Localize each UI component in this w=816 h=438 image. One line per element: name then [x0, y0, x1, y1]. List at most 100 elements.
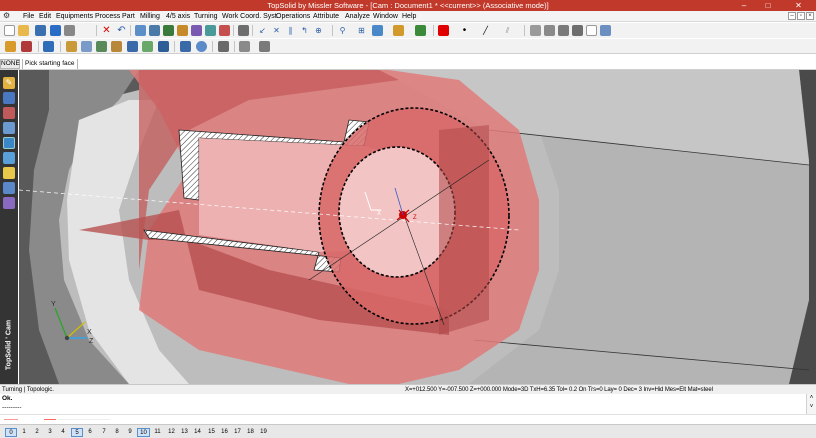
machining-icon[interactable]	[3, 182, 15, 194]
layer-11[interactable]: 11	[151, 428, 164, 437]
point-style-icon[interactable]: •	[459, 25, 470, 36]
open-folder-icon[interactable]	[18, 25, 29, 36]
layer-2[interactable]: 2	[31, 428, 43, 437]
layer-0[interactable]: 0	[5, 428, 17, 437]
doc-close-button[interactable]: ×	[806, 12, 814, 20]
menu-part[interactable]: Part	[122, 12, 135, 21]
menu-attribute[interactable]: Attribute	[313, 12, 339, 21]
shape-icon[interactable]	[3, 92, 15, 104]
simulation-icon[interactable]	[180, 41, 191, 52]
boring-icon[interactable]	[158, 41, 169, 52]
layer-15[interactable]: 15	[205, 428, 218, 437]
tool-8-icon[interactable]	[238, 25, 249, 36]
menu-work-coord-syst[interactable]: Work Coord. Syst.	[222, 12, 279, 21]
layer-8[interactable]: 8	[111, 428, 123, 437]
threading-icon[interactable]	[111, 41, 122, 52]
layer-9[interactable]: 9	[124, 428, 136, 437]
drilling-side-icon[interactable]	[3, 167, 15, 179]
tool-5-icon[interactable]	[191, 25, 202, 36]
tool-7-icon[interactable]	[219, 25, 230, 36]
sketch-4-icon[interactable]: ↰	[299, 25, 310, 36]
layer-7[interactable]: 7	[98, 428, 110, 437]
shading-icon[interactable]	[393, 25, 404, 36]
surface-icon[interactable]	[3, 107, 15, 119]
grooving-icon[interactable]	[96, 41, 107, 52]
layer-12[interactable]: 12	[165, 428, 178, 437]
info-icon[interactable]	[50, 25, 61, 36]
fixture-icon[interactable]	[21, 41, 32, 52]
layer-1[interactable]: 1	[18, 428, 30, 437]
tool-6-icon[interactable]	[205, 25, 216, 36]
curve-icon[interactable]: ✎	[3, 77, 15, 89]
drilling-icon[interactable]	[127, 41, 138, 52]
layer-10[interactable]: 10	[137, 428, 150, 437]
graphics-viewport[interactable]: X Z Y X Z	[19, 70, 816, 384]
print-icon[interactable]	[64, 25, 75, 36]
doc-minimize-button[interactable]: –	[788, 12, 796, 20]
menu-milling[interactable]: Milling	[140, 12, 160, 21]
postprocess-icon[interactable]	[218, 41, 229, 52]
finishing-icon[interactable]	[81, 41, 92, 52]
view-icon[interactable]	[372, 25, 383, 36]
roughing-icon[interactable]	[66, 41, 77, 52]
tool-2-icon[interactable]	[149, 25, 160, 36]
menu-help[interactable]: Help	[402, 12, 416, 21]
undo-icon[interactable]: ↶	[116, 25, 127, 36]
layer-5[interactable]: 5	[71, 428, 83, 437]
layer-6[interactable]: 6	[84, 428, 96, 437]
layer-14[interactable]: 14	[191, 428, 204, 437]
zoom-window-icon[interactable]: ⊞	[356, 25, 367, 36]
assembly-icon[interactable]	[3, 122, 15, 134]
menu-edit[interactable]: Edit	[39, 12, 51, 21]
attribute-3-icon[interactable]	[572, 25, 583, 36]
layer-4[interactable]: 4	[57, 428, 69, 437]
layer-16[interactable]: 16	[218, 428, 231, 437]
console-scrollbar[interactable]: ˄ ˅	[806, 394, 816, 414]
menu-turning[interactable]: Turning	[194, 12, 217, 21]
cancel-icon[interactable]: ✕	[101, 25, 112, 36]
layer-19[interactable]: 19	[257, 428, 270, 437]
sketch-5-icon[interactable]: ⊕	[313, 25, 324, 36]
verify-icon[interactable]	[196, 41, 207, 52]
selection-mode[interactable]: NONE	[0, 59, 20, 69]
milling-icon[interactable]	[3, 152, 15, 164]
turning-icon[interactable]	[3, 137, 15, 149]
zoom-icon[interactable]: ⚲	[337, 25, 348, 36]
layer-3[interactable]: 3	[44, 428, 56, 437]
sketch-3-icon[interactable]: ∥	[285, 25, 296, 36]
menu-4-5-axis[interactable]: 4/5 axis	[166, 12, 190, 21]
menu-equipments[interactable]: Equipments	[56, 12, 93, 21]
sketch-1-icon[interactable]: ↙	[257, 25, 268, 36]
render-icon[interactable]	[415, 25, 426, 36]
machine-icon[interactable]	[5, 41, 16, 52]
close-button[interactable]: ✕	[781, 0, 816, 11]
maximize-button[interactable]: □	[757, 0, 779, 11]
document-icon[interactable]	[586, 25, 597, 36]
attribute-2-icon[interactable]	[558, 25, 569, 36]
properties-icon[interactable]	[600, 25, 611, 36]
tools-icon[interactable]	[3, 197, 15, 209]
menu-file[interactable]: File	[23, 12, 34, 21]
sketch-2-icon[interactable]: ✕	[271, 25, 282, 36]
parting-icon[interactable]	[142, 41, 153, 52]
layer-17[interactable]: 17	[231, 428, 244, 437]
tool-list-icon[interactable]	[259, 41, 270, 52]
tool-3-icon[interactable]	[163, 25, 174, 36]
tool-4-icon[interactable]	[177, 25, 188, 36]
layer-18[interactable]: 18	[244, 428, 257, 437]
minimize-button[interactable]: –	[733, 0, 755, 11]
line-style-icon[interactable]: ╱	[480, 25, 491, 36]
save-icon[interactable]	[35, 25, 46, 36]
layer-13[interactable]: 13	[178, 428, 191, 437]
menu-process[interactable]: Process	[95, 12, 120, 21]
layer-icon[interactable]	[530, 25, 541, 36]
stock-icon[interactable]	[43, 41, 54, 52]
new-document-icon[interactable]	[4, 25, 15, 36]
tool-1-icon[interactable]	[135, 25, 146, 36]
doc-restore-button[interactable]: ▫	[797, 12, 805, 20]
color-picker-icon[interactable]	[438, 25, 449, 36]
report-icon[interactable]	[239, 41, 250, 52]
app-menu-icon[interactable]: ⚙	[3, 12, 13, 20]
menu-operations[interactable]: Operations	[276, 12, 310, 21]
line-type-icon[interactable]: ⫽	[502, 25, 513, 36]
